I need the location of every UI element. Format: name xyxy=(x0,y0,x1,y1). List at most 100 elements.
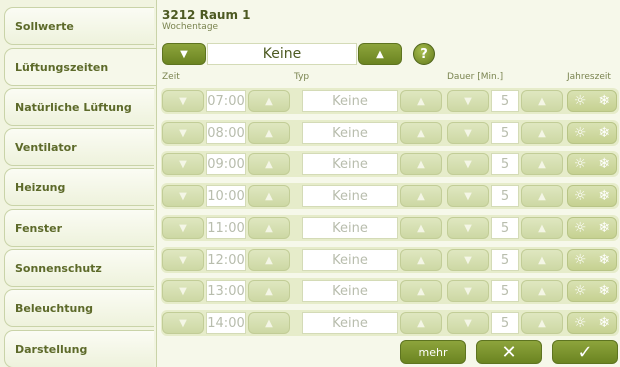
day-selector-down-button[interactable]: ▼ xyxy=(162,43,206,65)
duration-down-button[interactable]: ▼ xyxy=(447,185,489,207)
type-value: Keine xyxy=(302,249,398,271)
triangle-down-icon: ▼ xyxy=(179,158,187,170)
time-down-button[interactable]: ▼ xyxy=(162,217,204,239)
table-row: ▼ 13:00 ▲ Keine ▲ ▼ 5 ▲ ☼ ❄ xyxy=(161,278,619,304)
time-down-button[interactable]: ▼ xyxy=(162,249,204,271)
time-down-button[interactable]: ▼ xyxy=(162,312,204,334)
duration-up-button[interactable]: ▲ xyxy=(521,249,563,271)
triangle-up-icon: ▲ xyxy=(417,127,425,139)
sun-icon: ☼ xyxy=(573,252,587,268)
column-header-zeit: Zeit xyxy=(162,72,180,82)
duration-up-button[interactable]: ▲ xyxy=(521,90,563,112)
sidebar-item-darstellung[interactable]: Darstellung xyxy=(4,330,154,367)
sidebar-item-beleuchtung[interactable]: Beleuchtung xyxy=(4,289,154,327)
type-up-button[interactable]: ▲ xyxy=(400,185,442,207)
triangle-up-icon: ▲ xyxy=(538,222,546,234)
time-down-button[interactable]: ▼ xyxy=(162,153,204,175)
time-down-button[interactable]: ▼ xyxy=(162,90,204,112)
time-up-button[interactable]: ▲ xyxy=(248,90,290,112)
time-down-button[interactable]: ▼ xyxy=(162,122,204,144)
snowflake-icon: ❄ xyxy=(598,220,611,236)
sidebar-item-lueftungszeiten[interactable]: Lüftungszeiten xyxy=(4,48,158,86)
column-header-dauer: Dauer [Min.] xyxy=(447,72,504,82)
cancel-button[interactable]: ✕ xyxy=(476,340,542,364)
type-up-button[interactable]: ▲ xyxy=(400,312,442,334)
season-toggle[interactable]: ☼ ❄ xyxy=(567,153,617,175)
sidebar-item-heizung[interactable]: Heizung xyxy=(4,168,154,206)
day-selector-up-button[interactable]: ▲ xyxy=(358,43,402,65)
triangle-down-icon: ▼ xyxy=(464,127,472,139)
type-up-button[interactable]: ▲ xyxy=(400,90,442,112)
time-up-button[interactable]: ▲ xyxy=(248,153,290,175)
help-button[interactable]: ? xyxy=(413,43,435,65)
season-toggle[interactable]: ☼ ❄ xyxy=(567,90,617,112)
type-up-button[interactable]: ▲ xyxy=(400,122,442,144)
time-up-button[interactable]: ▲ xyxy=(248,122,290,144)
type-up-button[interactable]: ▲ xyxy=(400,249,442,271)
confirm-button[interactable]: ✓ xyxy=(552,340,618,364)
time-up-button[interactable]: ▲ xyxy=(248,185,290,207)
snowflake-icon: ❄ xyxy=(598,188,611,204)
type-up-button[interactable]: ▲ xyxy=(400,153,442,175)
time-up-button[interactable]: ▲ xyxy=(248,217,290,239)
sidebar-item-fenster[interactable]: Fenster xyxy=(4,209,154,247)
more-button[interactable]: mehr xyxy=(400,340,466,364)
time-down-button[interactable]: ▼ xyxy=(162,185,204,207)
duration-up-button[interactable]: ▲ xyxy=(521,312,563,334)
sidebar-item-ventilator[interactable]: Ventilator xyxy=(4,128,154,166)
duration-down-button[interactable]: ▼ xyxy=(447,153,489,175)
sidebar-item-label: Lüftungszeiten xyxy=(15,60,109,74)
triangle-up-icon: ▲ xyxy=(265,254,273,266)
duration-down-button[interactable]: ▼ xyxy=(447,217,489,239)
time-down-button[interactable]: ▼ xyxy=(162,280,204,302)
season-toggle[interactable]: ☼ ❄ xyxy=(567,312,617,334)
day-selector-value: Keine xyxy=(207,43,357,65)
column-header-jahreszeit: Jahreszeit xyxy=(567,72,611,82)
duration-up-button[interactable]: ▲ xyxy=(521,217,563,239)
duration-up-button[interactable]: ▲ xyxy=(521,280,563,302)
triangle-down-icon: ▼ xyxy=(464,95,472,107)
duration-up-button[interactable]: ▲ xyxy=(521,153,563,175)
season-toggle[interactable]: ☼ ❄ xyxy=(567,280,617,302)
time-up-button[interactable]: ▲ xyxy=(248,280,290,302)
type-value: Keine xyxy=(302,122,398,144)
sidebar-item-label: Darstellung xyxy=(15,342,88,356)
sun-icon: ☼ xyxy=(573,188,587,204)
sidebar-item-sollwerte[interactable]: Sollwerte xyxy=(4,7,154,45)
season-toggle[interactable]: ☼ ❄ xyxy=(567,185,617,207)
check-icon: ✓ xyxy=(577,341,593,363)
time-up-button[interactable]: ▲ xyxy=(248,249,290,271)
duration-up-button[interactable]: ▲ xyxy=(521,185,563,207)
duration-down-button[interactable]: ▼ xyxy=(447,280,489,302)
time-up-button[interactable]: ▲ xyxy=(248,312,290,334)
triangle-up-icon: ▲ xyxy=(376,48,384,60)
sidebar-item-sonnenschutz[interactable]: Sonnenschutz xyxy=(4,249,154,287)
season-toggle[interactable]: ☼ ❄ xyxy=(567,217,617,239)
duration-up-button[interactable]: ▲ xyxy=(521,122,563,144)
season-toggle[interactable]: ☼ ❄ xyxy=(567,249,617,271)
duration-down-button[interactable]: ▼ xyxy=(447,312,489,334)
duration-value: 5 xyxy=(491,153,519,175)
triangle-down-icon: ▼ xyxy=(179,190,187,202)
table-row: ▼ 12:00 ▲ Keine ▲ ▼ 5 ▲ ☼ ❄ xyxy=(161,247,619,273)
duration-down-button[interactable]: ▼ xyxy=(447,90,489,112)
triangle-up-icon: ▲ xyxy=(265,222,273,234)
sun-icon: ☼ xyxy=(573,283,587,299)
triangle-up-icon: ▲ xyxy=(265,285,273,297)
sidebar-item-label: Sonnenschutz xyxy=(15,261,102,275)
season-toggle[interactable]: ☼ ❄ xyxy=(567,122,617,144)
x-icon: ✕ xyxy=(501,341,517,363)
duration-down-button[interactable]: ▼ xyxy=(447,122,489,144)
duration-value: 5 xyxy=(491,280,519,302)
sidebar-item-natuerliche-lueftung[interactable]: Natürliche Lüftung xyxy=(4,88,154,126)
type-up-button[interactable]: ▲ xyxy=(400,280,442,302)
time-value: 07:00 xyxy=(206,90,246,112)
triangle-down-icon: ▼ xyxy=(179,222,187,234)
type-up-button[interactable]: ▲ xyxy=(400,217,442,239)
triangle-down-icon: ▼ xyxy=(464,317,472,329)
snowflake-icon: ❄ xyxy=(598,125,611,141)
sun-icon: ☼ xyxy=(573,315,587,331)
duration-value: 5 xyxy=(491,90,519,112)
duration-down-button[interactable]: ▼ xyxy=(447,249,489,271)
help-icon: ? xyxy=(420,46,428,62)
